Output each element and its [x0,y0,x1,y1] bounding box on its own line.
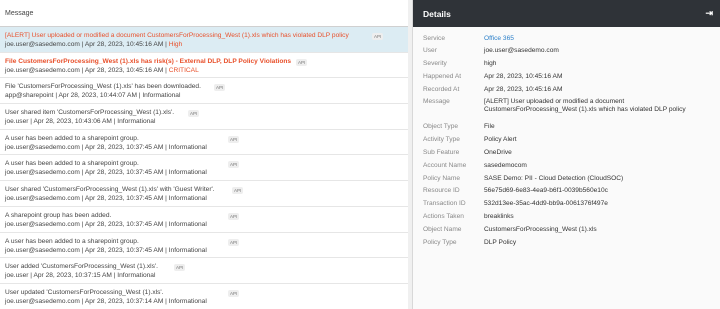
row-meta: joe.user@sasedemo.com | Apr 28, 2023, 10… [5,41,183,48]
api-badge: API [228,212,240,220]
api-badge: API [228,135,240,143]
row-title: User updated 'CustomersForProcessing_Wes… [5,288,164,296]
row-title: User shared 'CustomersForProcessing_West… [5,186,215,194]
collapse-right-icon[interactable]: ⇥ [705,8,713,19]
detail-account-name: Account Name sasedemocom [423,161,527,169]
severity-label: CRITICAL [168,66,199,74]
detail-policy-type: Policy Type DLP Policy [423,238,517,246]
row-title: User shared item 'CustomersForProcessing… [5,109,175,117]
row-title: User added 'CustomersForProcessing_West … [5,263,159,271]
list-item[interactable]: [ALERT] User uploaded or modified a docu… [0,27,412,53]
detail-recorded-at: Recorded At Apr 28, 2023, 10:45:16 AM [423,85,563,93]
list-item[interactable]: User updated 'CustomersForProcessing_Wes… [0,284,412,309]
api-badge: API [372,33,384,40]
row-meta: joe.user@sasedemo.com | Apr 28, 2023, 10… [5,66,199,74]
row-meta: joe.user | Apr 28, 2023, 10:43:06 AM | I… [5,118,156,126]
api-badge: API [228,238,240,246]
row-meta: joe.user | Apr 28, 2023, 10:37:15 AM | I… [5,272,156,280]
detail-user: User joe.user@sasedemo.com [423,47,559,55]
list-item[interactable]: A user has been added to a sharepoint gr… [0,130,412,156]
detail-actions-taken: Actions Taken breaklinks [423,213,514,221]
activity-rows: [ALERT] User uploaded or modified a docu… [0,27,412,309]
detail-message: Message [ALERT] User uploaded or modified… [423,98,686,114]
row-meta: joe.user@sasedemo.com | Apr 28, 2023, 10… [5,220,207,228]
list-item[interactable]: User added 'CustomersForProcessing_West … [0,258,412,284]
details-fields: Service Office 365 User joe.user@sasedemo.… [413,27,720,249]
list-item[interactable]: User shared 'CustomersForProcessing_West… [0,181,412,207]
api-badge: API [232,187,244,195]
row-title: A sharepoint group has been added. [5,211,112,219]
row-meta: joe.user@sasedemo.com | Apr 28, 2023, 10… [5,143,207,151]
api-badge: API [228,289,240,297]
detail-resource-id: Resource ID 56e75d69-6e83-4ea9-b6f1-0039b… [423,187,608,195]
api-badge: API [214,84,226,92]
detail-sub-feature: Sub Feature OneDrive [423,149,512,157]
api-badge: API [188,110,200,118]
details-panel: Details ⇥ Service Office 365 User joe.user… [413,0,720,309]
detail-severity: Severity high [423,60,497,68]
detail-service: Service Office 365 [413,32,720,45]
list-item[interactable]: A user has been added to a sharepoint gr… [0,233,412,259]
row-meta: app@sharepoint | Apr 28, 2023, 10:44:07 … [5,92,181,100]
details-title: Details [423,9,451,19]
api-badge: API [296,58,308,66]
detail-object-type: Object Type File [423,123,495,131]
row-meta: joe.user@sasedemo.com | Apr 28, 2023, 10… [5,246,207,254]
detail-object-name: Object Name CustomersForProcessing_West (… [423,225,597,233]
row-meta: joe.user@sasedemo.com | Apr 28, 2023, 10… [5,297,207,305]
row-title: A user has been added to a sharepoint gr… [5,160,139,168]
detail-transaction-id: Transaction ID 532d13ee-35ac-4dd9-bb9a-00… [423,200,608,208]
severity-label: High [168,41,183,48]
detail-happened-at: Happened At Apr 28, 2023, 10:45:16 AM [423,72,563,80]
list-item[interactable]: A user has been added to a sharepoint gr… [0,155,412,182]
api-badge: API [228,161,240,169]
row-meta: joe.user@sasedemo.com | Apr 28, 2023, 10… [5,195,207,203]
list-scrollbar[interactable] [408,0,412,309]
detail-activity-type: Activity Type Policy Alert [423,136,517,144]
row-meta: joe.user@sasedemo.com | Apr 28, 2023, 10… [5,169,207,177]
list-item[interactable]: File 'CustomersForProcessing_West (1).xl… [0,78,412,105]
list-item[interactable]: A sharepoint group has been added. joe.u… [0,207,412,233]
detail-policy-name: Policy Name SASE Demo: PII - Cloud Detect… [423,174,624,182]
row-title: A user has been added to a sharepoint gr… [5,237,139,245]
row-title: File 'CustomersForProcessing_West (1).xl… [5,83,201,91]
details-header: Details ⇥ [413,0,720,27]
row-title: File CustomersForProcessing_West (1).xls… [5,57,292,65]
row-title: [ALERT] User uploaded or modified a docu… [5,32,349,39]
message-column-header[interactable]: Message [0,0,412,27]
api-badge: API [174,264,186,272]
list-item[interactable]: File CustomersForProcessing_West (1).xls… [0,53,412,79]
activity-list-panel: Message [ALERT] User uploaded or modifie… [0,0,413,309]
list-item[interactable]: User shared item 'CustomersForProcessing… [0,104,412,130]
row-title: A user has been added to a sharepoint gr… [5,134,139,142]
service-link[interactable]: Office 365 [484,35,514,45]
